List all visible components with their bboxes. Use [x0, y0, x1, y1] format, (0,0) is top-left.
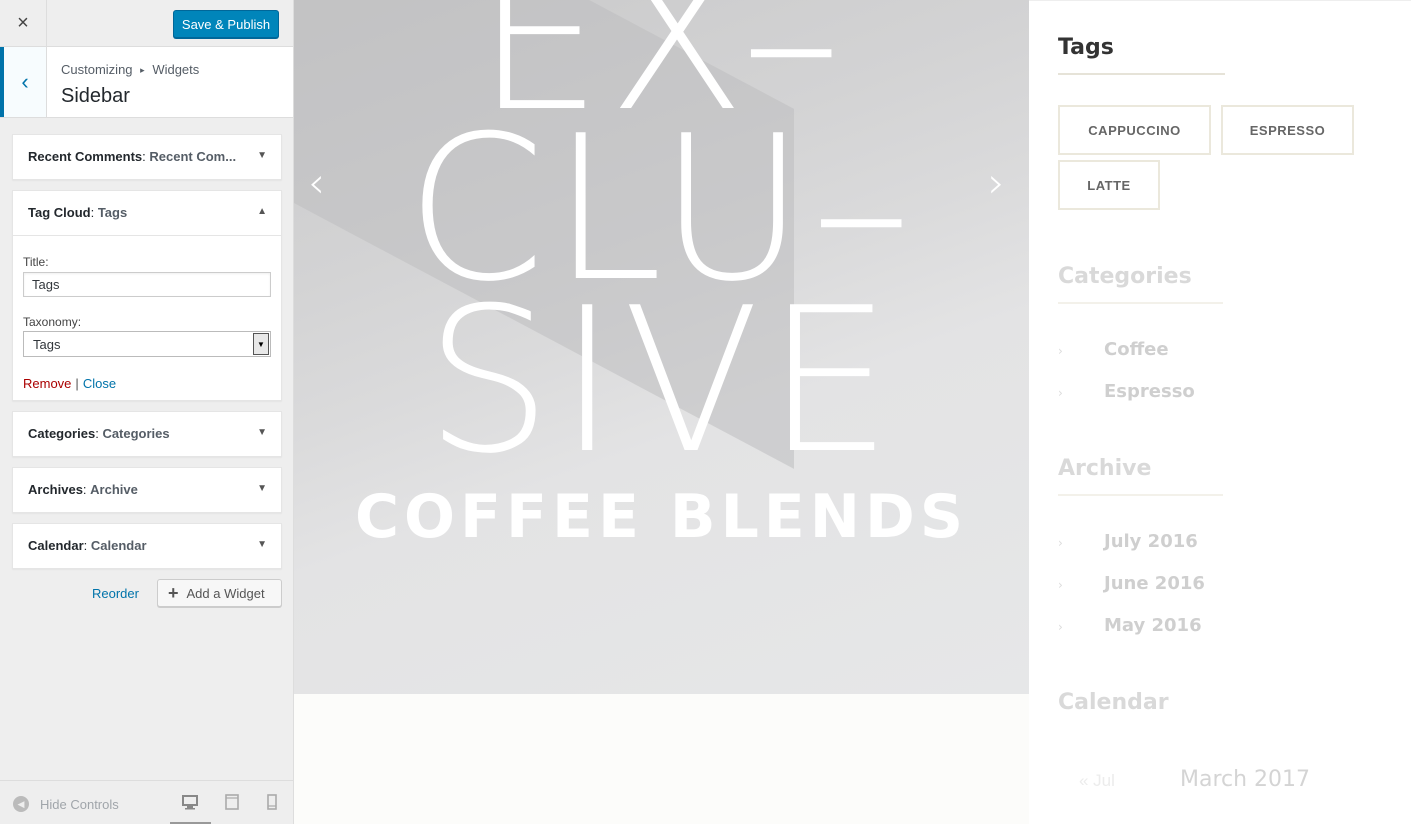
customizer-header: × Save & Publish: [0, 0, 293, 47]
hero-slider: EX– CLU– SIVE COFFEE BLENDS ‹ ›: [294, 0, 1029, 694]
hide-controls-label: Hide Controls: [40, 796, 119, 812]
taxonomy-selected-value: Tags: [33, 337, 61, 352]
collapse-arrow-icon: ◀: [13, 796, 29, 812]
widget-instance-title: Categories: [102, 426, 170, 441]
save-publish-button[interactable]: Save & Publish: [173, 10, 279, 38]
widget-type: Tag Cloud: [28, 205, 91, 220]
chevron-right-icon: ›: [1058, 620, 1063, 634]
widget-instance-title: Recent Com...: [149, 149, 237, 164]
tag-link[interactable]: ESPRESSO: [1221, 105, 1354, 155]
dropdown-arrow-icon[interactable]: ▼: [253, 333, 269, 355]
widget-type: Categories: [28, 426, 96, 441]
content-area: [294, 694, 1029, 824]
widget-instance-title: Tags: [97, 205, 128, 220]
expand-arrow-icon[interactable]: ▼: [257, 427, 267, 438]
widget-actions: Remove | Close: [23, 376, 116, 391]
widget-categories: Categories: Categories ▼: [12, 411, 282, 457]
action-separator: |: [75, 376, 79, 391]
expand-arrow-icon[interactable]: ▼: [257, 483, 267, 494]
collapse-arrow-icon[interactable]: ▲: [257, 206, 267, 217]
calendar-widget-title: Calendar: [1058, 690, 1169, 715]
tablet-icon[interactable]: [223, 793, 241, 811]
breadcrumb-current: Widgets: [152, 62, 200, 77]
next-slide-arrow-icon[interactable]: ›: [988, 158, 1005, 207]
title-underline: [1058, 494, 1223, 496]
widget-recent-comments: Recent Comments: Recent Com... ▼: [12, 134, 282, 180]
reorder-link[interactable]: Reorder: [92, 586, 139, 601]
add-widget-label: Add a Widget: [186, 585, 265, 601]
mobile-icon[interactable]: [263, 793, 281, 811]
chevron-right-icon: ›: [1058, 386, 1063, 400]
close-link[interactable]: Close: [83, 376, 116, 391]
section-title: Sidebar: [61, 85, 130, 107]
hero-subtitle: COFFEE BLENDS: [354, 482, 969, 552]
widget-archives: Archives: Archive ▼: [12, 467, 282, 513]
close-icon: ×: [17, 12, 29, 34]
chevron-left-icon: ‹: [21, 69, 29, 94]
chevron-right-icon: ›: [1058, 536, 1063, 550]
taxonomy-select[interactable]: Tags ▼: [23, 331, 271, 357]
preview-sidebar: Tags CAPPUCCINO ESPRESSO LATTE Categorie…: [1029, 0, 1411, 824]
hide-controls-button[interactable]: ◀ Hide Controls: [13, 796, 119, 812]
prev-slide-arrow-icon[interactable]: ‹: [308, 158, 325, 207]
tags-widget-title: Tags: [1058, 35, 1114, 60]
archive-link[interactable]: › June 2016: [1058, 573, 1205, 594]
breadcrumb-separator-icon: ▸: [140, 65, 145, 75]
archive-link[interactable]: › July 2016: [1058, 531, 1198, 552]
add-widget-button[interactable]: + Add a Widget: [157, 579, 282, 607]
widget-instance-title: Archive: [90, 482, 138, 497]
calendar-month: March 2017: [1180, 767, 1311, 792]
widget-type: Archives: [28, 482, 83, 497]
tag-link[interactable]: LATTE: [1058, 160, 1160, 210]
desktop-icon[interactable]: [181, 793, 199, 811]
widget-instance-title: Calendar: [90, 538, 147, 553]
breadcrumb-root: Customizing: [61, 62, 133, 77]
widget-type: Calendar: [28, 538, 84, 553]
widget-tag-cloud: Tag Cloud: Tags ▲ Title: Tags Taxonomy: …: [12, 190, 282, 401]
remove-link[interactable]: Remove: [23, 376, 71, 391]
widget-header[interactable]: Tag Cloud: Tags ▲: [13, 191, 281, 235]
widget-header[interactable]: Calendar: Calendar ▼: [13, 524, 281, 568]
close-customizer-button[interactable]: ×: [0, 0, 47, 47]
chevron-right-icon: ›: [1058, 578, 1063, 592]
title-underline: [1058, 73, 1225, 75]
expand-arrow-icon[interactable]: ▼: [257, 539, 267, 550]
breadcrumb: Customizing ▸ Widgets: [61, 62, 199, 77]
title-underline: [1058, 302, 1223, 304]
widget-header[interactable]: Archives: Archive ▼: [13, 468, 281, 512]
widget-form: Title: Tags Taxonomy: Tags ▼ Remove | Clos…: [13, 235, 281, 400]
plus-icon: +: [168, 583, 179, 603]
customizer-footer: ◀ Hide Controls: [0, 780, 293, 824]
categories-widget-title: Categories: [1058, 264, 1192, 289]
widget-header[interactable]: Categories: Categories ▼: [13, 412, 281, 456]
back-button[interactable]: ‹: [0, 47, 47, 117]
title-label: Title:: [23, 255, 49, 269]
calendar-prev-link[interactable]: « Jul: [1079, 771, 1115, 791]
taxonomy-label: Taxonomy:: [23, 315, 82, 329]
category-link[interactable]: › Coffee: [1058, 339, 1169, 360]
title-input[interactable]: Tags: [23, 272, 271, 297]
widget-header[interactable]: Recent Comments: Recent Com... ▼: [13, 135, 281, 179]
category-link[interactable]: › Espresso: [1058, 381, 1195, 402]
chevron-right-icon: ›: [1058, 344, 1063, 358]
widget-type: Recent Comments: [28, 149, 143, 164]
section-header: ‹ Customizing ▸ Widgets Sidebar: [0, 47, 293, 118]
archive-link[interactable]: › May 2016: [1058, 615, 1202, 636]
archive-widget-title: Archive: [1058, 456, 1152, 481]
expand-arrow-icon[interactable]: ▼: [257, 150, 267, 161]
hero-line-3: SIVE: [424, 265, 899, 498]
tag-link[interactable]: CAPPUCCINO: [1058, 105, 1211, 155]
widget-calendar: Calendar: Calendar ▼: [12, 523, 282, 569]
customizer-panel: × Save & Publish ‹ Customizing ▸ Widgets…: [0, 0, 294, 824]
